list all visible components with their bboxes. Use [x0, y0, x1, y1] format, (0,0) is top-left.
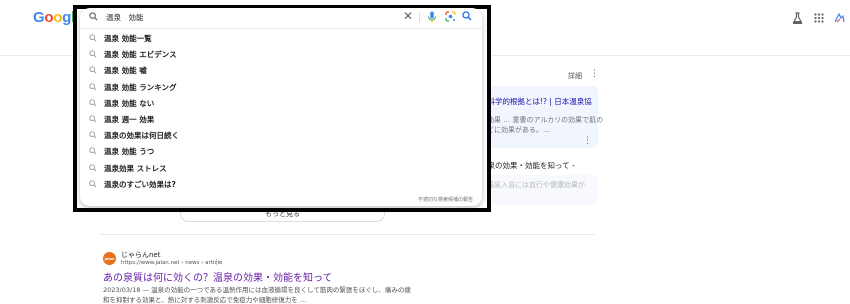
related-card-title[interactable]: 温泉の効果・効能を知って -	[480, 160, 575, 171]
site-favicon[interactable]: jalan	[103, 252, 116, 265]
site-name[interactable]: じゃらんnet	[121, 250, 161, 260]
result-title-link[interactable]: あの泉質は何に効くの？温泉の効果・効能を知って	[103, 269, 333, 284]
search-icon	[89, 147, 97, 155]
detail-link[interactable]: 詳細	[568, 71, 582, 81]
suggestion-label: 温泉 効能 嘘	[104, 66, 147, 76]
search-icon	[89, 115, 97, 123]
related-card-title[interactable]: の科学的根拠とは!? | 日本温泉協	[480, 96, 592, 107]
suggestion-item[interactable]: 温泉の効果は何日続く	[80, 127, 482, 143]
clear-icon[interactable]: ✕	[403, 10, 413, 22]
search-bar-divider	[419, 12, 420, 22]
more-options-icon[interactable]: ⋮	[213, 258, 220, 266]
search-icon	[89, 163, 97, 172]
search-icon	[89, 12, 98, 21]
search-icon	[89, 34, 97, 42]
result-snippet: 和を抑制する効果と、熱に対する刺激反応で免疫力や細胞修復力を …	[103, 296, 307, 304]
suggestion-label: 温泉 効能一覧	[104, 34, 152, 43]
more-options-icon[interactable]: ⋮	[590, 69, 599, 79]
report-suggestions-link[interactable]: 不適切な検索候補の報告	[418, 196, 473, 203]
search-submit-icon[interactable]	[462, 11, 472, 21]
suggestion-item[interactable]: 温泉 効能 エビデンス	[80, 46, 482, 62]
suggestion-label: 温泉のすごい効果は?	[104, 179, 176, 189]
google-lens-icon[interactable]	[445, 11, 456, 22]
search-icon	[89, 99, 97, 107]
search-icon	[89, 180, 97, 188]
suggestion-item[interactable]: 温泉 週一 効果	[80, 111, 482, 127]
search-input[interactable]: 温泉 効能	[106, 12, 144, 23]
more-options-icon[interactable]: ⋮	[583, 136, 592, 146]
suggestion-label: 温泉の効果は何日続く	[104, 131, 179, 141]
apps-grid-icon[interactable]	[811, 10, 827, 26]
suggestion-item[interactable]: 温泉 効能 嘘	[80, 62, 482, 78]
suggestion-item[interactable]: 温泉 効能 ない	[80, 95, 482, 111]
related-card-text: の効果 … 重曹のアルカリの効果で肌の	[480, 116, 604, 124]
suggestion-label: 温泉効果 ストレス	[104, 163, 167, 173]
labs-flask-icon[interactable]	[789, 10, 805, 26]
search-icon	[89, 66, 97, 74]
suggestion-label: 温泉 効能 ランキング	[104, 82, 177, 92]
search-icon	[89, 50, 97, 58]
suggestion-item[interactable]: 温泉効果 ストレス	[80, 160, 482, 176]
suggestion-item[interactable]: 温泉 効能 ランキング	[80, 79, 482, 95]
section-divider	[100, 234, 595, 235]
result-snippet: 2023/03/18 — 温泉の効能の一つである温熱作用には血液循環を良くして筋…	[103, 286, 411, 294]
suggestion-label: 温泉 効能 エビデンス	[104, 50, 177, 60]
suggestion-label: 温泉 効能 ない	[104, 98, 155, 108]
suggestion-item[interactable]: 温泉 効能一覧	[80, 30, 482, 46]
logo-letter: o	[44, 9, 54, 26]
search-bar-divider	[80, 28, 482, 29]
suggestion-item[interactable]: 温泉のすごい効果は?	[80, 176, 482, 192]
suggestion-item[interactable]: 温泉 効能 うつ	[80, 143, 482, 159]
logo-letter: g	[62, 9, 71, 26]
logo-letter: G	[33, 9, 45, 26]
search-icon	[89, 131, 97, 139]
suggestion-label: 温泉 効能 うつ	[104, 147, 155, 157]
related-card-text: の温泉入浴には血行や健康効果が	[480, 181, 585, 189]
suggestion-label: 温泉 週一 効果	[104, 115, 155, 124]
microphone-icon[interactable]	[427, 11, 437, 23]
account-avatar-icon[interactable]	[831, 10, 847, 26]
search-icon	[89, 82, 97, 91]
site-url[interactable]: https://www.jalan.net › news › article	[121, 260, 222, 266]
logo-letter: o	[53, 9, 63, 26]
